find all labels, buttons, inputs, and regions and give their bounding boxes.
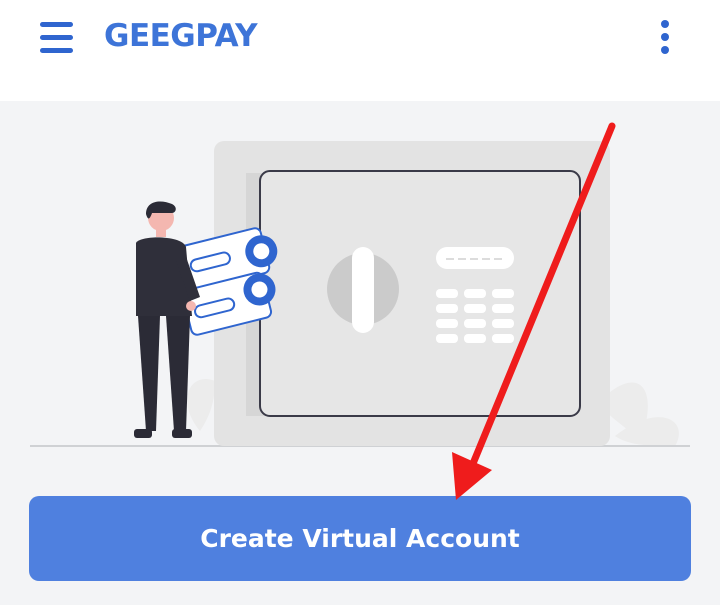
safe-illustration [30, 141, 690, 447]
create-virtual-account-button[interactable]: Create Virtual Account [29, 496, 691, 581]
app-title: GEEGPAY [104, 18, 258, 54]
safe-door [259, 170, 581, 417]
hamburger-menu-icon[interactable] [40, 22, 73, 54]
app-bar: GEEGPAY [0, 0, 720, 101]
main-content: Create Virtual Account [0, 101, 720, 605]
more-options-icon[interactable] [654, 20, 676, 56]
